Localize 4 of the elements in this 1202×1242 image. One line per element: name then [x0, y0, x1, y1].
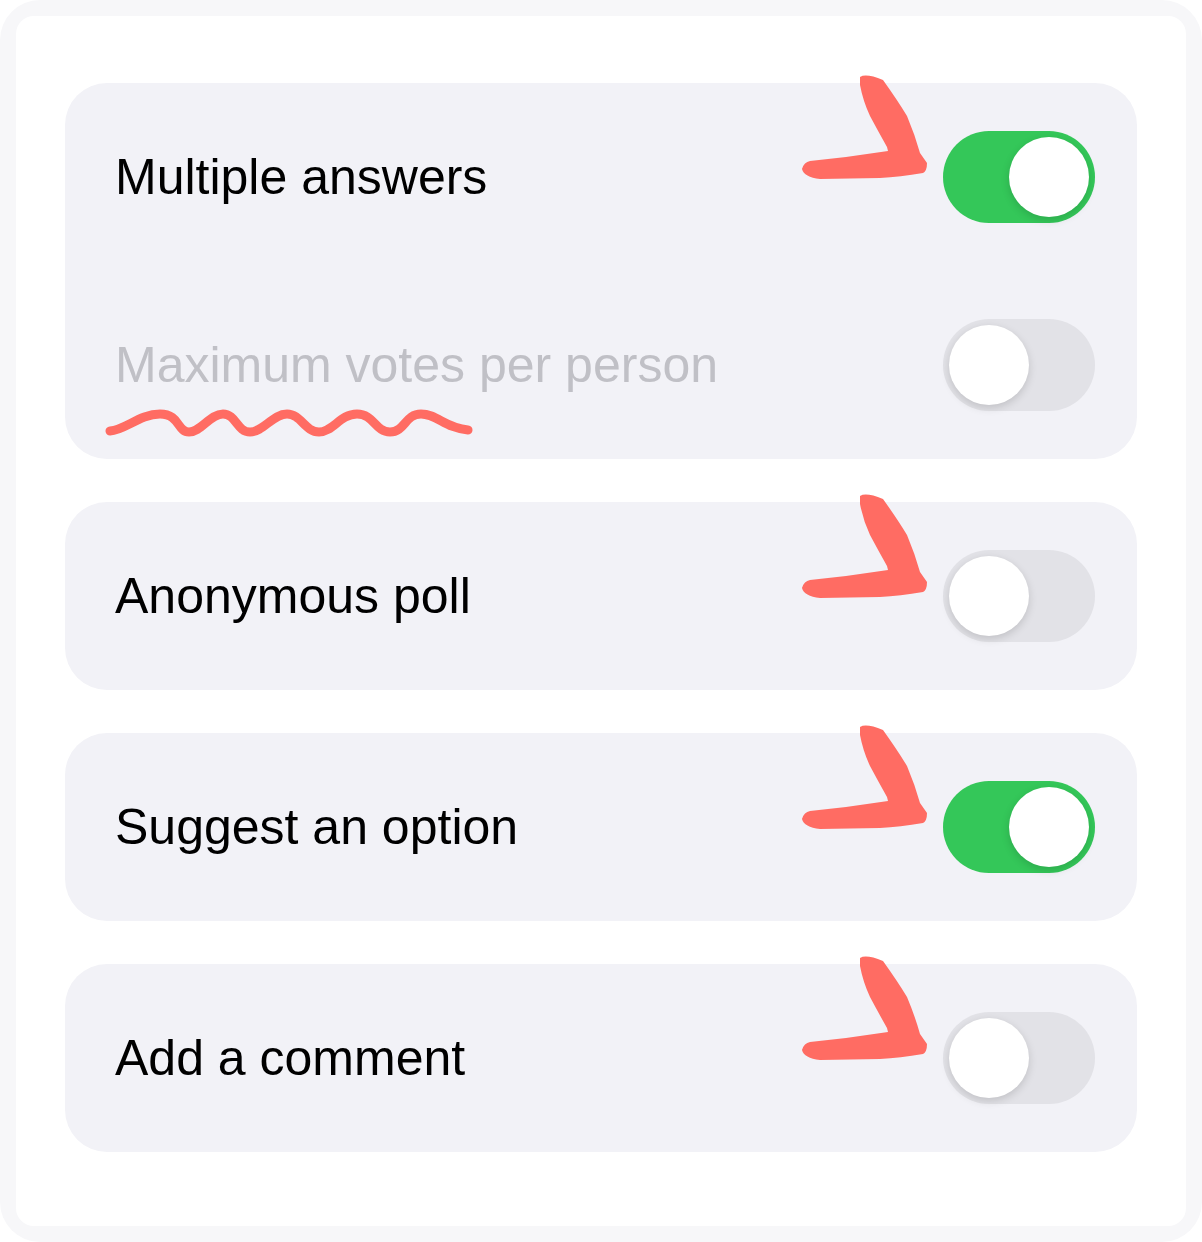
row-label: Multiple answers	[115, 149, 488, 205]
row-label: Suggest an option	[115, 799, 519, 855]
row-label: Add a comment	[115, 1030, 466, 1086]
row-label: Anonymous poll	[115, 568, 471, 624]
